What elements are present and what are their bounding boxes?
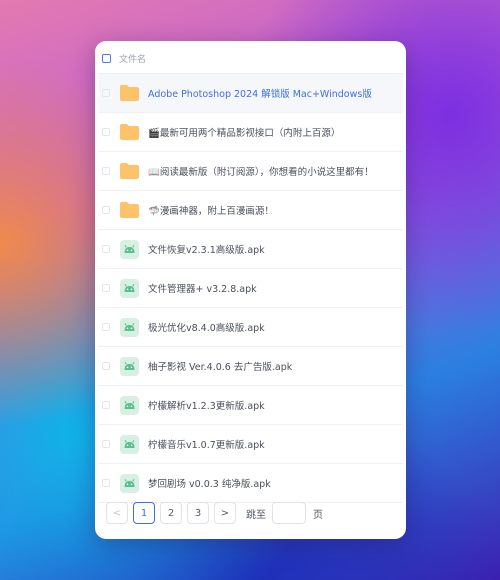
jump-page-input[interactable] [272, 502, 306, 524]
page-unit-label: 页 [313, 509, 323, 521]
android-icon [119, 239, 140, 259]
row-checkbox[interactable] [102, 245, 110, 253]
file-row[interactable]: 文件管理器+ v3.2.8.apk [98, 269, 403, 308]
android-icon [119, 317, 140, 337]
folder-icon [119, 162, 140, 181]
file-name[interactable]: 柚子影视 Ver.4.0.6 去广告版.apk [148, 359, 292, 373]
row-checkbox[interactable] [102, 401, 110, 409]
row-checkbox[interactable] [102, 206, 110, 214]
file-name[interactable]: 🎬最新可用两个精品影视接口（内附上百源） [148, 125, 340, 139]
prev-page-button[interactable]: < [106, 502, 128, 524]
select-all-checkbox[interactable] [102, 54, 111, 63]
file-row[interactable]: 柠檬音乐v1.0.7更新版.apk [98, 425, 403, 464]
folder-icon [119, 123, 140, 142]
file-name[interactable]: 🦈漫画神器，附上百漫画源！ [148, 203, 274, 217]
filename-column-header: 文件名 [119, 55, 147, 65]
file-name[interactable]: Adobe Photoshop 2024 解锁版 Mac+Windows版 [148, 86, 372, 100]
file-row[interactable]: 文件恢复v2.3.1高级版.apk [98, 230, 403, 269]
android-icon [119, 434, 140, 454]
row-checkbox[interactable] [102, 167, 110, 175]
file-row[interactable]: 柚子影视 Ver.4.0.6 去广告版.apk [98, 347, 403, 386]
list-header: 文件名 [98, 44, 403, 74]
android-icon [119, 356, 140, 376]
file-name[interactable]: 文件管理器+ v3.2.8.apk [148, 281, 257, 295]
file-name[interactable]: 极光优化v8.4.0高级版.apk [148, 320, 265, 334]
file-name[interactable]: 📖阅读最新版（附订阅源），你想看的小说这里都有！ [148, 164, 374, 178]
row-checkbox[interactable] [102, 89, 110, 97]
next-page-button[interactable]: > [214, 502, 236, 524]
row-checkbox[interactable] [102, 440, 110, 448]
pagination: < 1 2 3 > 跳至 页 [98, 490, 403, 536]
file-row[interactable]: Adobe Photoshop 2024 解锁版 Mac+Windows版 [98, 74, 403, 113]
file-name[interactable]: 柠檬音乐v1.0.7更新版.apk [148, 437, 265, 451]
row-checkbox[interactable] [102, 128, 110, 136]
file-row[interactable]: 柠檬解析v1.2.3更新版.apk [98, 386, 403, 425]
page-button-2[interactable]: 2 [160, 502, 182, 524]
file-list: Adobe Photoshop 2024 解锁版 Mac+Windows版 🎬最新… [98, 74, 403, 503]
page-button-3[interactable]: 3 [187, 502, 209, 524]
folder-icon [119, 201, 140, 220]
file-row[interactable]: 🎬最新可用两个精品影视接口（内附上百源） [98, 113, 403, 152]
jump-to-label: 跳至 [246, 509, 266, 521]
file-list-panel: 文件名 Adobe Photoshop 2024 解锁版 Mac+Windows… [95, 41, 406, 539]
page-button-1[interactable]: 1 [133, 502, 155, 524]
row-checkbox[interactable] [102, 284, 110, 292]
row-checkbox[interactable] [102, 479, 110, 487]
file-row[interactable]: 📖阅读最新版（附订阅源），你想看的小说这里都有！ [98, 152, 403, 191]
file-name[interactable]: 柠檬解析v1.2.3更新版.apk [148, 398, 265, 412]
file-name[interactable]: 梦回剧场 v0.0.3 纯净版.apk [148, 476, 271, 490]
file-name[interactable]: 文件恢复v2.3.1高级版.apk [148, 242, 265, 256]
row-checkbox[interactable] [102, 323, 110, 331]
file-row[interactable]: 极光优化v8.4.0高级版.apk [98, 308, 403, 347]
android-icon [119, 395, 140, 415]
android-icon [119, 278, 140, 298]
file-row[interactable]: 🦈漫画神器，附上百漫画源！ [98, 191, 403, 230]
row-checkbox[interactable] [102, 362, 110, 370]
folder-icon [119, 84, 140, 103]
